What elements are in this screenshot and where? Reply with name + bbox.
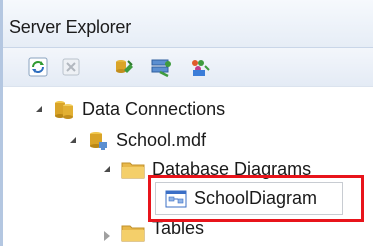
expand-arrow-icon[interactable] — [101, 163, 113, 175]
tree-node-label: Data Connections — [82, 98, 226, 119]
stop-refresh-button[interactable] — [60, 56, 82, 78]
connect-to-database-icon — [116, 60, 133, 73]
title-bar: Server Explorer — [3, 0, 373, 48]
expand-arrow-icon[interactable] — [67, 134, 79, 146]
connect-to-database-button[interactable] — [113, 56, 135, 78]
stop-refresh-icon — [62, 58, 80, 76]
tree-node-tables[interactable]: Tables — [101, 222, 204, 246]
connect-to-server-button[interactable] — [150, 56, 172, 78]
toolbar — [3, 48, 373, 87]
tree-node-data-connections[interactable]: Data Connections — [33, 93, 225, 125]
panel-title: Server Explorer — [9, 17, 132, 37]
tree-node-label: School.mdf — [116, 129, 207, 150]
connect-to-server-icon — [151, 59, 171, 78]
connect-to-sharepoint-button[interactable] — [189, 56, 211, 78]
server-explorer-panel: Server Explorer Data Connections School.… — [0, 0, 373, 246]
expand-arrow-icon[interactable] — [33, 103, 45, 115]
refresh-button[interactable] — [27, 56, 49, 78]
highlight-annotation-box — [148, 175, 364, 222]
folder-icon — [121, 222, 145, 242]
tree-node-school-mdf[interactable]: School.mdf — [67, 124, 206, 156]
database-connections-icon — [53, 98, 75, 120]
tree-node-label: Tables — [152, 222, 205, 238]
refresh-icon — [28, 57, 48, 77]
database-file-icon — [87, 129, 109, 151]
connect-to-sharepoint-icon — [192, 60, 210, 76]
collapse-arrow-icon[interactable] — [101, 230, 113, 242]
folder-icon — [121, 159, 145, 179]
